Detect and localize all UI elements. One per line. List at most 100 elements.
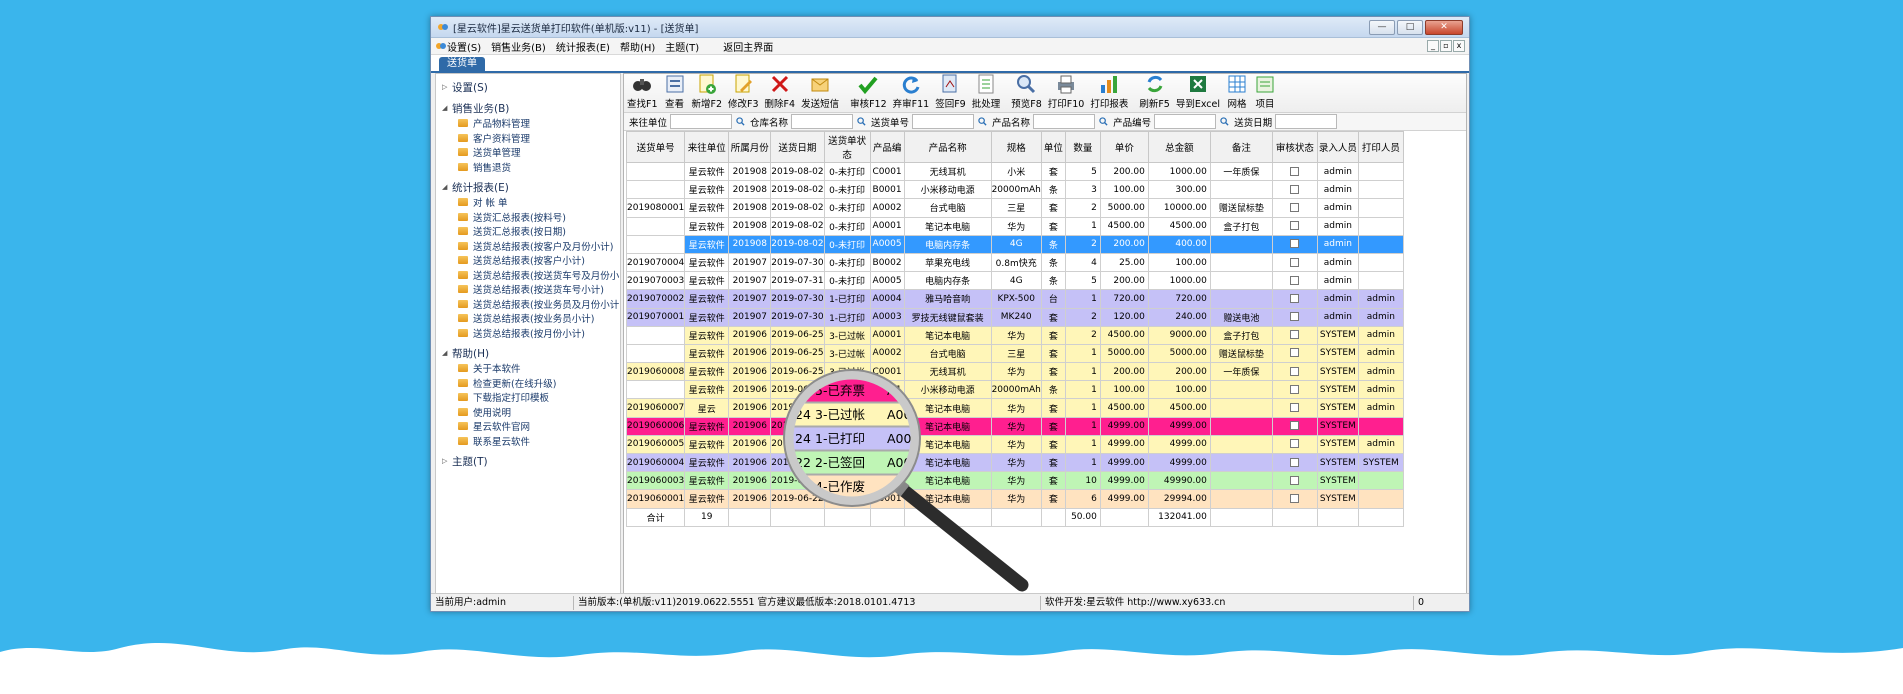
filter-input[interactable]	[670, 114, 733, 129]
table-row[interactable]: 2019080001 星云软件 201908 2019-08-02 0-未打印 A0002…	[625, 198, 1404, 218]
table-cell[interactable]: 星云软件	[684, 380, 730, 400]
table-cell[interactable]: 星云软件	[684, 198, 730, 218]
column-header[interactable]: 数量	[1064, 131, 1101, 163]
table-cell[interactable]: 条	[1040, 180, 1066, 200]
table-cell[interactable]	[1271, 198, 1318, 218]
audit-checkbox[interactable]	[1290, 475, 1300, 485]
table-cell[interactable]: 4500.00	[1099, 216, 1149, 236]
search-icon[interactable]	[736, 117, 745, 126]
sidebar-item[interactable]: 下载指定打印模板	[436, 390, 620, 405]
table-cell[interactable]	[1209, 234, 1273, 254]
table-cell[interactable]: 套	[1040, 398, 1066, 418]
table-cell[interactable]: 2019060001	[625, 489, 686, 509]
table-cell[interactable]: 201906	[728, 489, 772, 509]
table-row[interactable]: 2019070001 星云软件 201907 2019-07-30 1-已打印 A0003…	[625, 307, 1404, 327]
table-cell[interactable]: 笔记本电脑	[903, 471, 992, 491]
table-cell[interactable]	[625, 161, 686, 182]
sidebar-item[interactable]: 送货总结报表(按客户小计)	[436, 253, 620, 268]
table-cell[interactable]: 3-已过帐	[823, 434, 871, 455]
table-cell[interactable]: 201907	[728, 307, 772, 327]
table-cell[interactable]: 条	[1040, 234, 1066, 254]
table-cell[interactable]: 2	[1064, 198, 1101, 218]
table-cell[interactable]: 1000.00	[1147, 161, 1211, 182]
table-cell[interactable]	[625, 380, 686, 400]
table-cell[interactable]: 201906	[728, 398, 772, 418]
table-cell[interactable]: 1	[1064, 380, 1101, 400]
table-cell[interactable]: 2	[1064, 325, 1101, 345]
table-cell[interactable]	[1357, 271, 1404, 291]
table-cell[interactable]: admin	[1357, 398, 1404, 418]
table-cell[interactable]	[1209, 452, 1273, 473]
table-cell[interactable]: 0-未打印	[823, 180, 871, 200]
table-cell[interactable]: 华为	[990, 489, 1042, 509]
maximize-button[interactable]: □	[1397, 20, 1423, 35]
filter-input[interactable]	[791, 114, 854, 129]
table-cell[interactable]: 4500.00	[1147, 216, 1211, 236]
table-cell[interactable]: 200.00	[1099, 161, 1149, 182]
sidebar-item[interactable]: 送货总结报表(按送货车号及月份小	[436, 268, 620, 283]
table-cell[interactable]: 笔记本电脑	[903, 325, 992, 345]
table-cell[interactable]: admin	[1357, 380, 1404, 400]
table-cell[interactable]	[625, 343, 686, 364]
table-cell[interactable]: admin	[1316, 289, 1359, 309]
table-cell[interactable]: 0-未打印	[823, 252, 871, 273]
audit-checkbox[interactable]	[1290, 403, 1300, 413]
table-cell[interactable]: 4G	[990, 234, 1042, 254]
table-cell[interactable]: 3-已过帐	[823, 398, 871, 418]
table-cell[interactable]: 201906	[728, 471, 772, 491]
table-cell[interactable]: 5000.00	[1099, 343, 1149, 364]
table-cell[interactable]	[625, 234, 686, 254]
table-cell[interactable]: B0001	[869, 180, 905, 200]
table-cell[interactable]: 300.00	[1147, 180, 1211, 200]
table-cell[interactable]: 星云软件	[684, 252, 730, 273]
table-cell[interactable]: A0001	[869, 216, 905, 236]
table-cell[interactable]	[1271, 325, 1318, 345]
table-cell[interactable]: 49990.00	[1147, 471, 1211, 491]
table-cell[interactable]	[1209, 471, 1273, 491]
sidebar-item[interactable]: 使用说明	[436, 405, 620, 420]
table-cell[interactable]: 5-已弃票	[823, 416, 871, 436]
table-cell[interactable]: 台式电脑	[903, 343, 992, 364]
toolbar-button-excel[interactable]: 导到Excel	[1176, 73, 1220, 112]
table-cell[interactable]	[625, 180, 686, 200]
toolbar-button-grid[interactable]: 网格	[1226, 73, 1248, 112]
table-cell[interactable]: C0001	[869, 362, 905, 382]
toolbar-button-view[interactable]: 查看	[664, 73, 686, 112]
table-cell[interactable]: 3-已过帐	[823, 325, 871, 345]
menu-theme[interactable]: 主题(T)	[665, 39, 699, 54]
mdi-minimize-button[interactable]: _	[1427, 40, 1439, 52]
table-cell[interactable]: 套	[1040, 416, 1066, 436]
table-cell[interactable]: 400.00	[1147, 234, 1211, 254]
table-cell[interactable]: A0001	[869, 471, 905, 491]
table-cell[interactable]: 2019060007	[625, 398, 686, 418]
table-cell[interactable]: A0001	[869, 434, 905, 455]
sidebar-item[interactable]: 送货总结报表(按业务员小计)	[436, 311, 620, 326]
table-cell[interactable]: A0001	[869, 416, 905, 436]
table-cell[interactable]	[1271, 161, 1318, 182]
table-cell[interactable]: 1	[1064, 416, 1101, 436]
table-cell[interactable]: 201907	[728, 289, 772, 309]
table-cell[interactable]: 星云软件	[684, 325, 730, 345]
table-cell[interactable]: 0-未打印	[823, 271, 871, 291]
table-cell[interactable]: 1	[1064, 452, 1101, 473]
toolbar-button-report[interactable]: 打印报表	[1090, 73, 1128, 112]
table-cell[interactable]: 4500.00	[1099, 325, 1149, 345]
column-header[interactable]: 录入人员	[1316, 131, 1359, 163]
table-cell[interactable]: 20000mAh	[990, 380, 1042, 400]
table-cell[interactable]	[1271, 307, 1318, 327]
table-cell[interactable]: 2019070002	[625, 289, 686, 309]
table-cell[interactable]: 笔记本电脑	[903, 216, 992, 236]
table-cell[interactable]: 赠送鼠标垫	[1209, 343, 1273, 364]
table-cell[interactable]: 120.00	[1099, 307, 1149, 327]
table-cell[interactable]	[1357, 252, 1404, 273]
table-cell[interactable]	[1209, 289, 1273, 309]
menu-back-home[interactable]: 返回主界面	[723, 39, 773, 54]
toolbar-button-sync[interactable]: 刷新F5	[1139, 73, 1170, 112]
table-cell[interactable]: 套	[1040, 452, 1066, 473]
table-cell[interactable]: 星云软件	[684, 489, 730, 509]
table-row[interactable]: 2019060008 星云软件 201906 2019-06-25 3-已过帐 C0001…	[625, 362, 1404, 382]
table-cell[interactable]	[1209, 398, 1273, 418]
mdi-restore-button[interactable]: ▫	[1440, 40, 1452, 52]
column-header[interactable]: 备注	[1209, 131, 1273, 163]
table-cell[interactable]: 套	[1040, 325, 1066, 345]
